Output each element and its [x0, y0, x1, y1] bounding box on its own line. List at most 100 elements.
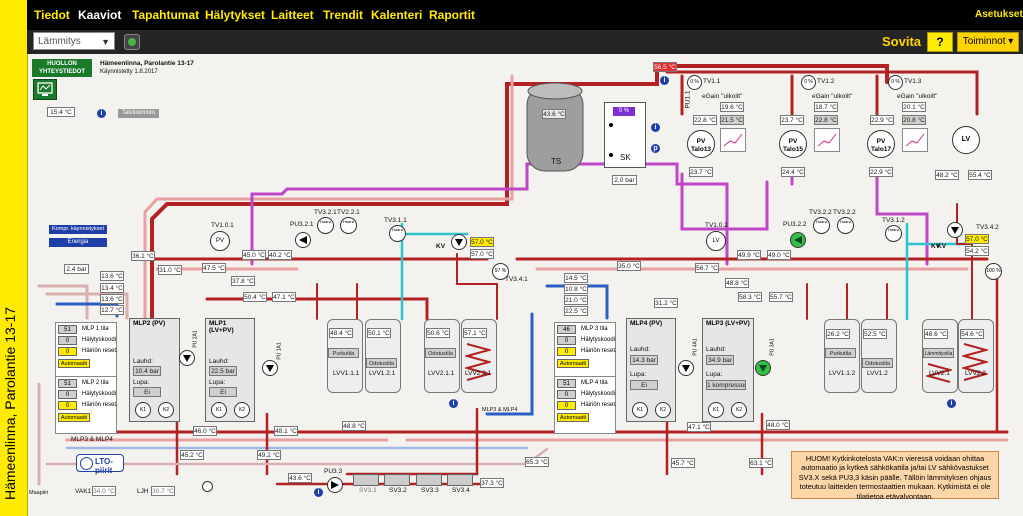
nav-tiedot[interactable]: Tiedot — [34, 8, 70, 22]
actions-dropdown[interactable]: Toiminnot ▾ — [957, 32, 1019, 52]
heat-pump-mlp3[interactable]: MLP3 (LV+PV) Lauhd: 34.9 bar Lupa: 1 kom… — [702, 318, 754, 422]
haara-valve-button[interactable]: Haara — [389, 225, 406, 242]
nav-halytykset[interactable]: Hälytykset — [205, 8, 265, 22]
valve-tv341-label: TV3.4.1 — [505, 276, 528, 283]
view-select[interactable]: Lämmitys ▼ — [33, 32, 115, 50]
building-talo17-button[interactable]: PV Talo17 — [867, 130, 895, 158]
pump-icon[interactable] — [262, 360, 278, 376]
compressor-k2-icon[interactable]: K2 — [234, 402, 250, 418]
mlp1-reset-button[interactable]: 0 — [58, 347, 77, 356]
info-icon[interactable]: i — [314, 488, 323, 497]
building-talo15-button[interactable]: PV Talo15 — [779, 130, 807, 158]
haara-valve-button[interactable]: Haara — [317, 217, 334, 234]
lv-hot-temp: 57.0 °C — [965, 234, 989, 244]
compressor-k2-icon[interactable]: K2 — [731, 402, 747, 418]
mlp2-state-label: MLP 2 tila — [82, 380, 109, 386]
tank-status: Lämmitystila — [923, 348, 954, 358]
compressor-k2-icon[interactable]: K2 — [655, 402, 671, 418]
compressor-starts-button[interactable]: Kompr. käynnistykset — [49, 225, 107, 234]
valve-tv11-label: TV1.1 — [703, 78, 721, 85]
info-icon[interactable]: i — [660, 76, 669, 85]
nav-asetukset[interactable]: Asetukset — [975, 9, 1023, 20]
trend-chart-icon[interactable] — [814, 128, 840, 152]
maintenance-contacts-button[interactable]: HUOLLON YHTEYSTIEDOT — [32, 59, 92, 77]
building-setpoint-temp[interactable]: 21.5 °C — [720, 115, 744, 125]
egain-temp: 18.7 °C — [814, 102, 838, 112]
mlp1-auto-button[interactable]: Automaatti — [58, 359, 90, 368]
building-talo13-button[interactable]: PV Talo13 — [687, 130, 715, 158]
building-setpoint-temp[interactable]: 20.8 °C — [902, 115, 926, 125]
compressor-k1-icon[interactable]: K1 — [632, 402, 648, 418]
pump-icon[interactable] — [327, 477, 343, 493]
valve-tv13-percent: 0 % — [888, 75, 903, 90]
pressure-info-icon[interactable]: p — [651, 144, 660, 153]
lauhd-value: 10.4 bar — [133, 366, 161, 376]
lupa-label: Lupa: — [209, 379, 226, 386]
heat-pump-mlp4[interactable]: MLP4 (PV) Lauhd: 14.3 bar Lupa: Ei K1 K2 — [626, 318, 676, 422]
heat-pump-mlp1[interactable]: MLP1 (LV+PV) Lauhd: 22.5 bar Lupa: Ei K1… — [205, 318, 255, 422]
pump-running-icon[interactable] — [755, 360, 771, 376]
haara-valve-button[interactable]: Haara — [885, 225, 902, 242]
haara-valve-button[interactable]: Haara — [837, 217, 854, 234]
tank-label: LVV1.1.2 — [829, 370, 856, 377]
lv-unit-button[interactable]: LV — [952, 126, 980, 154]
info-icon[interactable]: i — [651, 123, 660, 132]
info-icon[interactable]: i — [947, 399, 956, 408]
reset-label: Häiriön reset. — [82, 348, 118, 354]
pump-icon[interactable] — [678, 360, 694, 376]
process-diagram: HUOLLON YHTEYSTIEDOT Hämeenlinna, Parola… — [27, 54, 1023, 516]
storage-label: TS — [551, 157, 562, 166]
lauhd-value: 22.5 bar — [209, 366, 237, 376]
valve-tv322-label: TV3.2.2 — [809, 209, 832, 216]
nav-raportit[interactable]: Raportit — [429, 8, 475, 22]
ljh-temp: 30.7 °C — [151, 486, 175, 496]
compressor-k1-icon[interactable]: K1 — [135, 402, 151, 418]
winter-mode-button[interactable]: Talvitoiminto — [118, 109, 159, 118]
status-indicator-button[interactable] — [124, 34, 140, 50]
nav-tapahtumat[interactable]: Tapahtumat — [132, 8, 199, 22]
building-setpoint-temp[interactable]: 22.8 °C — [814, 115, 838, 125]
mlp3-auto-button[interactable]: Automaatti — [557, 359, 589, 368]
pump-pu33-label: PU3.3 — [324, 468, 343, 475]
temp-readout: 37.3 °C — [480, 478, 504, 488]
mlp1-alarm-code: 0 — [58, 336, 77, 345]
mlp3-status-panel: 46 MLP 3 tila 0 Hälytyskoodi 0 Häiriön r… — [554, 322, 617, 380]
fit-button[interactable]: Sovita — [882, 34, 921, 49]
egain-label: eGain "ulkoilt" — [812, 93, 853, 100]
nav-laitteet[interactable]: Laitteet — [271, 8, 314, 22]
haara-valve-button[interactable]: Haara — [340, 217, 357, 234]
pump-icon[interactable] — [451, 234, 467, 250]
electric-boiler[interactable]: 0 % SK — [604, 102, 646, 168]
info-icon[interactable]: i — [449, 399, 458, 408]
pump-icon[interactable] — [179, 350, 195, 366]
tank-label: LVV2.2.1 — [465, 370, 492, 377]
mlp2-auto-button[interactable]: Automaatti — [58, 413, 90, 422]
pump-icon[interactable] — [295, 232, 311, 248]
temp-readout: 45.0 °C — [242, 250, 266, 260]
mlp3-reset-button[interactable]: 0 — [557, 347, 576, 356]
trend-chart-icon[interactable] — [720, 128, 746, 152]
nav-kaaviot[interactable]: Kaaviot — [78, 8, 121, 22]
compressor-k1-icon[interactable]: K1 — [708, 402, 724, 418]
monitor-icon[interactable] — [33, 79, 57, 100]
compressor-k2-icon[interactable]: K2 — [158, 402, 174, 418]
pump-running-icon[interactable] — [790, 232, 806, 248]
cold-water-label: KV — [931, 243, 941, 250]
help-button[interactable]: ? — [927, 32, 953, 52]
temp-readout: 49.2 °C — [257, 450, 281, 460]
mlp4-auto-button[interactable]: Automaatti — [557, 413, 589, 422]
compressor-k1-icon[interactable]: K1 — [211, 402, 227, 418]
trend-chart-icon[interactable] — [902, 128, 928, 152]
nav-trendit[interactable]: Trendit — [323, 8, 363, 22]
mlp4-reset-button[interactable]: 0 — [557, 401, 576, 410]
temp-readout: 12.7 °C — [100, 305, 124, 315]
heat-pump-mlp2[interactable]: MLP2 (PV) Lauhd: 10.4 bar Lupa: Ei K1 K2 — [129, 318, 180, 422]
nav-kalenteri[interactable]: Kalenteri — [371, 8, 422, 22]
mlp2-reset-button[interactable]: 0 — [58, 401, 77, 410]
lto-circuits-button[interactable]: LTO-piirit — [76, 454, 124, 475]
haara-valve-button[interactable]: Haara — [813, 217, 830, 234]
energy-button[interactable]: Energia — [49, 238, 107, 247]
mlp2-alarm-code: 0 — [58, 390, 77, 399]
info-icon[interactable]: i — [97, 109, 106, 118]
pump-icon[interactable] — [947, 222, 963, 238]
